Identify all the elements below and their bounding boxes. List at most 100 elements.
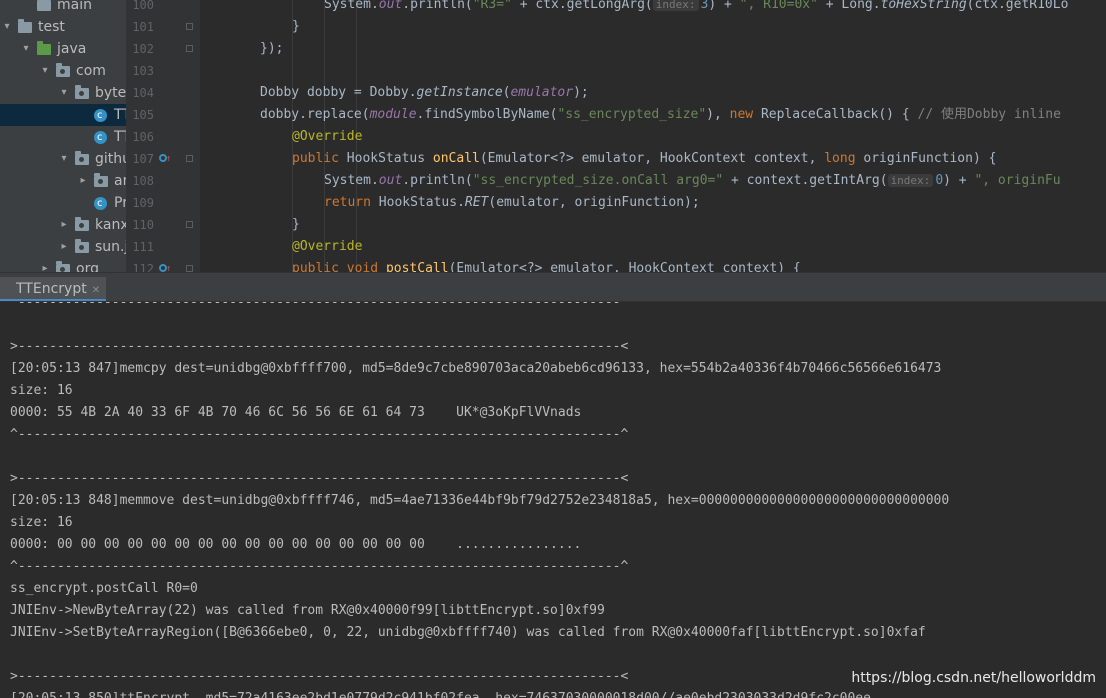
- class-icon: [94, 105, 107, 127]
- fold-marker-icon[interactable]: [186, 23, 193, 30]
- tree-item-bytec[interactable]: ▾ bytec: [0, 82, 126, 104]
- tree-item-tt[interactable]: TT: [0, 126, 126, 149]
- chevron-right-icon[interactable]: ▸: [40, 258, 50, 272]
- tree-item-label: java: [57, 41, 87, 57]
- fold-marker-icon[interactable]: [186, 45, 193, 52]
- line-number-row[interactable]: 110: [126, 214, 200, 236]
- tree-item-sun-j[interactable]: ▸ sun.j: [0, 236, 126, 258]
- code-token: onCall: [432, 151, 480, 166]
- tree-item-label: sun.j: [95, 239, 126, 255]
- code-line[interactable]: return HookStatus.RET(emulator, originFu…: [324, 192, 700, 214]
- tree-item-an[interactable]: ▸ an: [0, 170, 126, 192]
- code-line[interactable]: }: [292, 16, 300, 38]
- code-line[interactable]: System.out.println("R3=" + ctx.getLongAr…: [324, 0, 1068, 16]
- chevron-down-icon[interactable]: ▾: [21, 38, 31, 60]
- tab-ttencrypt[interactable]: TTEncrypt ✕: [0, 277, 107, 301]
- code-token: });: [260, 41, 284, 56]
- tree-item-java[interactable]: ▾ java: [0, 38, 126, 60]
- code-token: Dobby dobby = Dobby.: [260, 85, 417, 100]
- line-number-row[interactable]: 111: [126, 236, 200, 258]
- chevron-right-icon[interactable]: ▸: [59, 236, 69, 258]
- code-token: new: [729, 107, 761, 122]
- code-token: + context.getIntArg(: [723, 173, 888, 188]
- fold-marker-icon[interactable]: [186, 155, 193, 162]
- code-line[interactable]: public HookStatus onCall(Emulator<?> emu…: [292, 148, 996, 170]
- package-icon: [75, 239, 89, 253]
- line-number-row[interactable]: 103: [126, 60, 200, 82]
- code-token: getInstance: [416, 85, 503, 100]
- code-token: originFunction) {: [863, 151, 997, 166]
- line-number-row[interactable]: 101: [126, 16, 200, 38]
- code-token: + ctx.getLongArg(: [511, 0, 653, 12]
- code-token: toHexString: [880, 0, 967, 12]
- line-number-row[interactable]: 102: [126, 38, 200, 60]
- code-token: 0: [935, 173, 944, 188]
- console-line: [20:05:13 847]memcpy dest=unidbg@0xbffff…: [10, 361, 942, 376]
- code-line[interactable]: });: [260, 38, 283, 60]
- fold-marker-icon[interactable]: [186, 221, 193, 228]
- line-number-row[interactable]: 104: [126, 82, 200, 104]
- fold-marker-icon[interactable]: [186, 265, 193, 272]
- code-editor[interactable]: System.out.println("R3=" + ctx.getLongAr…: [200, 0, 1106, 272]
- code-line[interactable]: Dobby dobby = Dobby.getInstance(emulator…: [260, 82, 589, 104]
- project-tree: main ▾ test ▾ java ▾ com ▾ bytec TT TT ▾ githu ▸ an Pr ▸…: [0, 0, 126, 272]
- package-icon: [94, 173, 108, 187]
- code-token: }: [292, 217, 300, 232]
- console-line: ^---------------------------------------…: [10, 559, 629, 574]
- chevron-down-icon[interactable]: ▾: [40, 60, 50, 82]
- console-line: >---------------------------------------…: [10, 339, 629, 354]
- package-icon: [75, 151, 89, 165]
- chevron-down-icon[interactable]: ▾: [59, 148, 69, 170]
- tree-item-org[interactable]: ▸ org: [0, 258, 126, 272]
- override-method-icon[interactable]: [159, 258, 171, 280]
- code-token: ReplaceCallback() {: [760, 107, 918, 122]
- code-token: (ctx.getR10Lo: [966, 0, 1069, 12]
- watermark: https://blog.csdn.net/helloworlddm: [851, 670, 1096, 686]
- tree-item-main[interactable]: main: [0, 0, 126, 16]
- parameter-hint: index:: [887, 174, 934, 187]
- tree-item-label: com: [76, 63, 106, 79]
- code-token: System.: [324, 173, 379, 188]
- code-line[interactable]: @Override: [292, 126, 362, 148]
- line-number-row[interactable]: 106: [126, 126, 200, 148]
- tree-item-label: TT: [114, 107, 126, 123]
- tree-item-test[interactable]: ▾ test: [0, 16, 126, 38]
- code-token: HookStatus.: [378, 195, 465, 210]
- override-method-icon[interactable]: [159, 148, 171, 170]
- chevron-down-icon[interactable]: ▾: [59, 82, 69, 104]
- console-line: size: 16: [10, 515, 73, 530]
- line-number-row[interactable]: 109: [126, 192, 200, 214]
- tree-item-pr[interactable]: Pr: [0, 192, 126, 215]
- run-tab-label: TTEncrypt: [16, 281, 87, 297]
- chevron-right-icon[interactable]: ▸: [59, 214, 69, 236]
- line-number-row[interactable]: 100: [126, 0, 200, 16]
- line-number: 111: [132, 240, 154, 254]
- tree-item-com[interactable]: ▾ com: [0, 60, 126, 82]
- chevron-right-icon[interactable]: ▸: [78, 170, 88, 192]
- code-line[interactable]: }: [292, 214, 300, 236]
- console-line: [20:05:13 850]ttEncrypt, md5=72a4163ee2b…: [10, 688, 871, 698]
- chevron-down-icon[interactable]: ▾: [2, 16, 12, 38]
- code-line[interactable]: dobby.replace(module.findSymbolByName("s…: [260, 104, 1061, 126]
- line-number-row[interactable]: 105: [126, 104, 200, 126]
- code-line[interactable]: System.out.println("ss_encrypted_size.on…: [324, 170, 1061, 192]
- code-token: .findSymbolByName(: [416, 107, 558, 122]
- code-token: }: [292, 19, 300, 34]
- close-icon[interactable]: ✕: [92, 285, 100, 296]
- run-console[interactable]: ^---------------------------------------…: [0, 302, 1106, 698]
- line-number: 104: [132, 86, 154, 100]
- console-line: ^---------------------------------------…: [10, 302, 629, 310]
- tree-item-githu[interactable]: ▾ githu: [0, 148, 126, 170]
- code-token: @Override: [292, 129, 363, 144]
- package-icon: [56, 261, 70, 272]
- line-number-row[interactable]: 108: [126, 170, 200, 192]
- code-line[interactable]: public void postCall(Emulator<?> emulato…: [292, 258, 801, 272]
- console-line: JNIEnv->NewByteArray(22) was called from…: [10, 603, 605, 618]
- line-number-row[interactable]: 107: [126, 148, 200, 170]
- tree-item-kanx[interactable]: ▸ kanx: [0, 214, 126, 236]
- code-token: (emulator, originFunction);: [488, 195, 700, 210]
- line-number: 102: [132, 42, 154, 56]
- code-token: System.: [324, 0, 379, 12]
- code-line[interactable]: @Override: [292, 236, 362, 258]
- tree-item-tt[interactable]: TT: [0, 104, 126, 127]
